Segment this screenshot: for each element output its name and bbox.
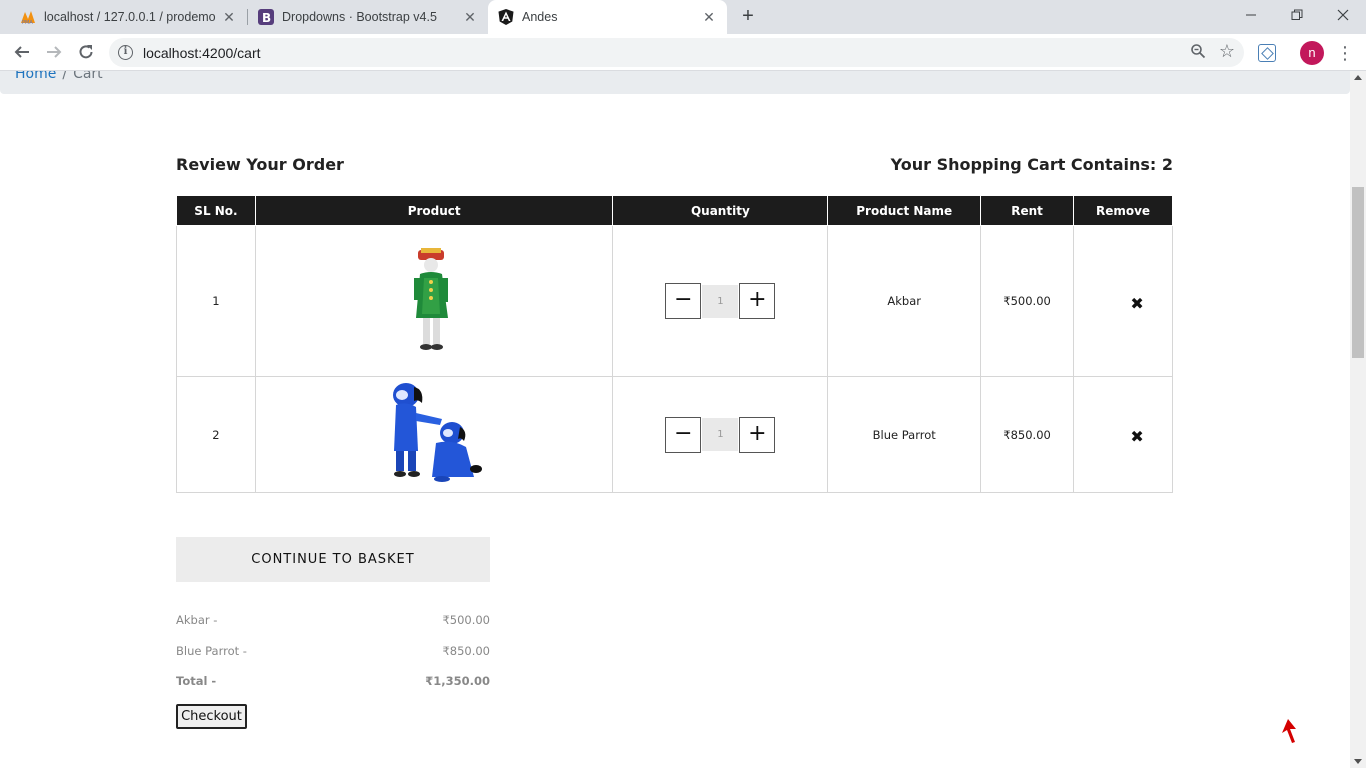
restore-icon[interactable] (1274, 0, 1320, 30)
summary-row: Blue Parrot - ₹850.00 (176, 644, 490, 658)
table-row: 2 − 1 + Blue Parrot ₹850.00 ✖ (176, 376, 1173, 493)
header-product-name: Product Name (827, 195, 982, 226)
scroll-up-arrow-icon[interactable] (1354, 75, 1362, 80)
breadcrumb-current: Cart (73, 71, 103, 82)
remove-x-icon[interactable]: ✖ (1130, 427, 1143, 446)
rent-cell: ₹850.00 (980, 376, 1075, 493)
sl-no-cell: 2 (176, 376, 256, 493)
summary-label: Akbar - (176, 613, 218, 627)
back-arrow-icon[interactable] (10, 40, 34, 64)
product-image-cell (254, 376, 614, 493)
breadcrumb-bar: Home / Cart (0, 71, 1350, 94)
info-icon[interactable]: i (118, 45, 133, 60)
summary-value: ₹850.00 (442, 644, 490, 658)
increment-button[interactable]: + (739, 416, 776, 453)
cart-count-text: Your Shopping Cart Contains: 2 (890, 155, 1173, 174)
reload-icon[interactable] (74, 40, 98, 64)
sl-no-cell: 1 (176, 225, 256, 377)
scrollbar-thumb[interactable] (1352, 187, 1364, 358)
cart-table: SL No. Product Quantity Product Name Ren… (176, 195, 1173, 493)
breadcrumb: Home / Cart (15, 71, 103, 82)
summary-value: ₹500.00 (442, 613, 490, 627)
summary-value: ₹1,350.00 (425, 674, 490, 688)
cursor-arrow-icon (1280, 717, 1298, 750)
product-name-cell: Akbar (827, 225, 982, 377)
quantity-cell: − 1 + (612, 376, 829, 493)
akbar-costume-image (414, 247, 449, 350)
breadcrumb-home-link[interactable]: Home (15, 71, 56, 82)
phpmyadmin-icon: PMA (20, 9, 36, 25)
quantity-input[interactable]: 1 (702, 284, 739, 318)
close-icon[interactable]: ✕ (699, 9, 719, 26)
zoom-icon[interactable] (1190, 43, 1206, 64)
forward-arrow-icon[interactable] (42, 40, 66, 64)
new-tab-icon[interactable]: + (737, 5, 759, 27)
close-icon[interactable]: ✕ (219, 9, 239, 26)
quantity-stepper: − 1 + (665, 283, 776, 319)
close-icon[interactable]: ✕ (460, 9, 480, 26)
address-bar[interactable]: i localhost:4200/cart ☆ (109, 38, 1244, 67)
quantity-stepper: − 1 + (665, 416, 776, 453)
decrement-button[interactable]: − (665, 283, 702, 319)
summary-total-row: Total - ₹1,350.00 (176, 674, 490, 688)
bookmark-star-icon[interactable]: ☆ (1219, 41, 1235, 62)
table-header-row: SL No. Product Quantity Product Name Ren… (176, 195, 1173, 226)
quantity-cell: − 1 + (612, 225, 829, 377)
bootstrap-icon: B (258, 9, 274, 25)
extension-icon[interactable] (1258, 44, 1276, 62)
header-sl-no: SL No. (176, 195, 256, 226)
tab-phpmyadmin[interactable]: PMA localhost / 127.0.0.1 / prodemo / ✕ (0, 0, 247, 34)
review-order-title: Review Your Order (176, 155, 344, 174)
tab-title: Dropdowns · Bootstrap v4.5 (282, 10, 437, 24)
product-name-cell: Blue Parrot (827, 376, 982, 493)
blue-parrot-costume-image (393, 383, 483, 482)
browser-toolbar: i localhost:4200/cart ☆ n ⋮ (0, 34, 1366, 71)
breadcrumb-separator: / (62, 71, 68, 82)
summary-label: Total - (176, 674, 217, 688)
checkout-button[interactable]: Checkout (176, 704, 247, 729)
svg-text:B: B (262, 11, 271, 25)
quantity-input[interactable]: 1 (702, 418, 739, 451)
close-window-icon[interactable] (1320, 0, 1366, 30)
increment-button[interactable]: + (739, 283, 776, 319)
profile-avatar[interactable]: n (1300, 41, 1324, 65)
scroll-down-arrow-icon[interactable] (1354, 759, 1362, 764)
summary-row: Akbar - ₹500.00 (176, 613, 490, 627)
tab-title: Andes (522, 10, 558, 24)
header-quantity: Quantity (612, 195, 829, 226)
menu-kebab-icon[interactable]: ⋮ (1336, 42, 1354, 64)
svg-text:PMA: PMA (22, 20, 33, 25)
product-image-cell (254, 225, 614, 377)
remove-x-icon[interactable]: ✖ (1130, 294, 1143, 313)
browser-tab-bar: PMA localhost / 127.0.0.1 / prodemo / ✕ … (0, 0, 1366, 34)
header-product: Product (254, 195, 614, 226)
url-text: localhost:4200/cart (143, 45, 261, 61)
table-row: 1 − 1 + Akbar ₹500.00 ✖ (176, 225, 1173, 377)
tab-andes[interactable]: Andes ✕ (488, 0, 727, 34)
rent-cell: ₹500.00 (980, 225, 1075, 377)
page-viewport: Home / Cart Review Your Order Your Shoppin… (0, 71, 1350, 768)
page-scrollbar[interactable] (1350, 71, 1366, 768)
tab-title: localhost / 127.0.0.1 / prodemo / (44, 10, 219, 24)
summary-label: Blue Parrot - (176, 644, 247, 658)
remove-cell: ✖ (1073, 225, 1173, 377)
angular-icon (498, 9, 514, 25)
header-rent: Rent (980, 195, 1075, 226)
continue-to-basket-button[interactable]: CONTINUE TO BASKET (176, 537, 490, 582)
minimize-icon[interactable] (1228, 0, 1274, 30)
tab-bootstrap[interactable]: B Dropdowns · Bootstrap v4.5 ✕ (238, 0, 488, 34)
header-remove: Remove (1073, 195, 1173, 226)
remove-cell: ✖ (1073, 376, 1173, 493)
decrement-button[interactable]: − (665, 416, 702, 453)
